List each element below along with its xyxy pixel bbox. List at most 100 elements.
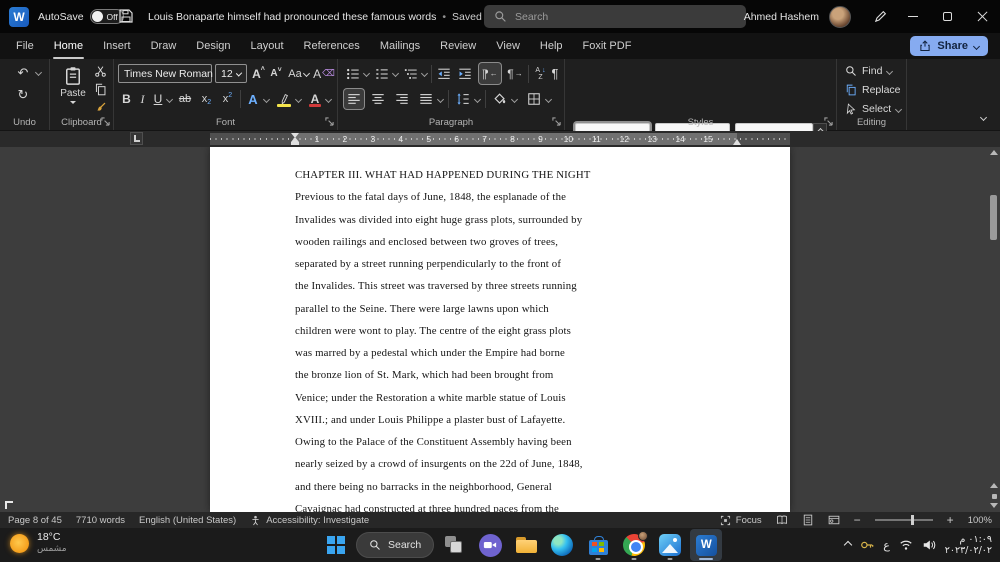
previous-page-button[interactable] <box>990 483 998 488</box>
align-right-button[interactable] <box>392 89 412 109</box>
clock[interactable]: م ٠١:٠٩ ٢٠٢٣/٠٢/٠٢ <box>945 534 992 557</box>
text-effects-dropdown-icon[interactable] <box>262 95 271 104</box>
ribbon-tab[interactable]: Design <box>186 33 240 59</box>
select-button[interactable]: Select <box>845 103 903 115</box>
zoom-slider-thumb[interactable] <box>910 515 914 525</box>
taskbar-search[interactable]: Search <box>356 532 435 558</box>
undo-button[interactable]: ↶ <box>12 63 34 81</box>
ribbon-tab[interactable]: References <box>294 33 370 59</box>
avatar[interactable] <box>829 5 851 28</box>
underline-button[interactable]: U <box>151 89 165 109</box>
underline-dropdown-icon[interactable] <box>165 95 174 104</box>
file-explorer-button[interactable] <box>510 529 542 561</box>
restore-button[interactable] <box>930 0 965 33</box>
ribbon-tab[interactable]: Help <box>530 33 573 59</box>
ribbon-tab[interactable]: Mailings <box>370 33 430 59</box>
keyboard-language-indicator[interactable]: ع <box>883 539 890 552</box>
cut-button[interactable] <box>92 64 109 79</box>
share-button[interactable]: Share <box>910 36 988 56</box>
ribbon-tab[interactable]: Insert <box>93 33 141 59</box>
text-effects-button[interactable]: A <box>244 89 262 109</box>
ribbon-tab[interactable]: Home <box>44 33 93 59</box>
numbering-dropdown-icon[interactable] <box>391 69 400 78</box>
print-layout-button[interactable] <box>802 514 814 526</box>
vertical-scrollbar[interactable] <box>988 147 999 512</box>
font-color-button[interactable]: A <box>306 89 324 109</box>
ribbon-tab[interactable]: File <box>6 33 44 59</box>
right-indent-marker[interactable] <box>733 139 741 145</box>
accessibility-status[interactable]: Accessibility: Investigate <box>250 515 369 526</box>
horizontal-ruler[interactable]: 1 2 3 4 5 6 7 8 9 10 11 12 13 14 15 <box>210 133 790 145</box>
bold-button[interactable]: B <box>119 89 134 109</box>
close-button[interactable] <box>965 0 1000 33</box>
line-spacing-button[interactable] <box>453 89 473 109</box>
grow-font-button[interactable]: A ˄ <box>250 64 267 83</box>
line-spacing-dropdown-icon[interactable] <box>473 95 482 104</box>
browse-object-button[interactable] <box>991 494 997 499</box>
microsoft-store-button[interactable] <box>582 529 614 561</box>
scrollbar-thumb[interactable] <box>990 195 997 240</box>
align-left-button[interactable] <box>344 89 364 109</box>
shrink-font-button[interactable]: A ˅ <box>268 64 284 83</box>
focus-mode-button[interactable]: Focus <box>720 515 762 526</box>
ribbon-tab[interactable]: Foxit PDF <box>573 33 642 59</box>
multilevel-dropdown-icon[interactable] <box>420 69 429 78</box>
increase-indent-button[interactable] <box>456 64 474 83</box>
rtl-text-direction-button[interactable]: ¶ → <box>505 64 525 83</box>
font-size-select[interactable]: 12 <box>215 64 247 83</box>
ribbon-tab[interactable]: Review <box>430 33 486 59</box>
speaker-icon[interactable] <box>922 538 936 552</box>
bullets-button[interactable] <box>344 64 362 83</box>
clipboard-dialog-launcher[interactable] <box>101 117 110 126</box>
borders-dropdown-icon[interactable] <box>544 95 553 104</box>
font-family-select[interactable]: Times New Roman <box>118 64 220 83</box>
search-box[interactable]: Search <box>484 5 746 28</box>
paragraph-dialog-launcher[interactable] <box>552 117 561 126</box>
shading-dropdown-icon[interactable] <box>510 95 519 104</box>
zoom-slider[interactable] <box>874 515 933 525</box>
font-dialog-launcher[interactable] <box>325 117 334 126</box>
chrome-button[interactable] <box>618 529 650 561</box>
borders-button[interactable] <box>524 89 544 109</box>
justify-button[interactable] <box>416 89 436 109</box>
align-center-button[interactable] <box>368 89 388 109</box>
document-page[interactable]: CHAPTER III. WHAT HAD HAPPENED DURING TH… <box>210 147 790 512</box>
change-case-button[interactable]: Aa <box>286 64 311 83</box>
multilevel-list-button[interactable] <box>402 64 420 83</box>
task-view-button[interactable] <box>438 529 470 561</box>
ribbon-tab[interactable]: View <box>486 33 530 59</box>
user-name[interactable]: Ahmed Hashem <box>744 11 819 23</box>
zoom-out-button[interactable]: − <box>854 513 861 527</box>
strikethrough-button[interactable]: ab <box>175 89 195 109</box>
find-button[interactable]: Find <box>845 65 894 77</box>
minimize-button[interactable] <box>895 0 930 33</box>
subscript-button[interactable]: x2 <box>197 89 216 109</box>
superscript-button[interactable]: x2 <box>218 89 237 109</box>
wifi-icon[interactable] <box>899 538 913 552</box>
shading-button[interactable] <box>490 89 510 109</box>
save-button[interactable] <box>118 8 134 24</box>
collapse-ribbon-icon[interactable] <box>979 113 988 122</box>
clear-formatting-button[interactable]: A ⌫ <box>313 64 335 83</box>
ribbon-tab[interactable]: Layout <box>241 33 294 59</box>
left-indent-marker[interactable] <box>291 142 299 145</box>
highlight-color-button[interactable] <box>274 89 294 109</box>
styles-dialog-launcher[interactable] <box>824 117 833 126</box>
redo-button[interactable]: ↻ <box>12 85 34 103</box>
start-button[interactable] <box>320 529 352 561</box>
undo-dropdown-icon[interactable] <box>34 68 43 77</box>
autosave-control[interactable]: AutoSave Off <box>38 9 124 24</box>
video-app-button[interactable] <box>474 529 506 561</box>
language-indicator[interactable]: English (United States) <box>139 515 236 526</box>
read-mode-button[interactable] <box>776 514 788 526</box>
page-indicator[interactable]: Page 8 of 45 <box>8 515 62 526</box>
highlight-dropdown-icon[interactable] <box>294 95 303 104</box>
decrease-indent-button[interactable] <box>435 64 453 83</box>
scroll-up-arrow-icon[interactable] <box>990 150 998 155</box>
show-hide-marks-button[interactable]: ¶ <box>547 64 563 83</box>
key-icon[interactable] <box>860 538 874 552</box>
numbering-button[interactable] <box>373 64 391 83</box>
editor-pen-icon[interactable] <box>865 0 895 33</box>
format-painter-button[interactable] <box>92 100 109 115</box>
word-taskbar-button[interactable]: W <box>690 529 723 561</box>
